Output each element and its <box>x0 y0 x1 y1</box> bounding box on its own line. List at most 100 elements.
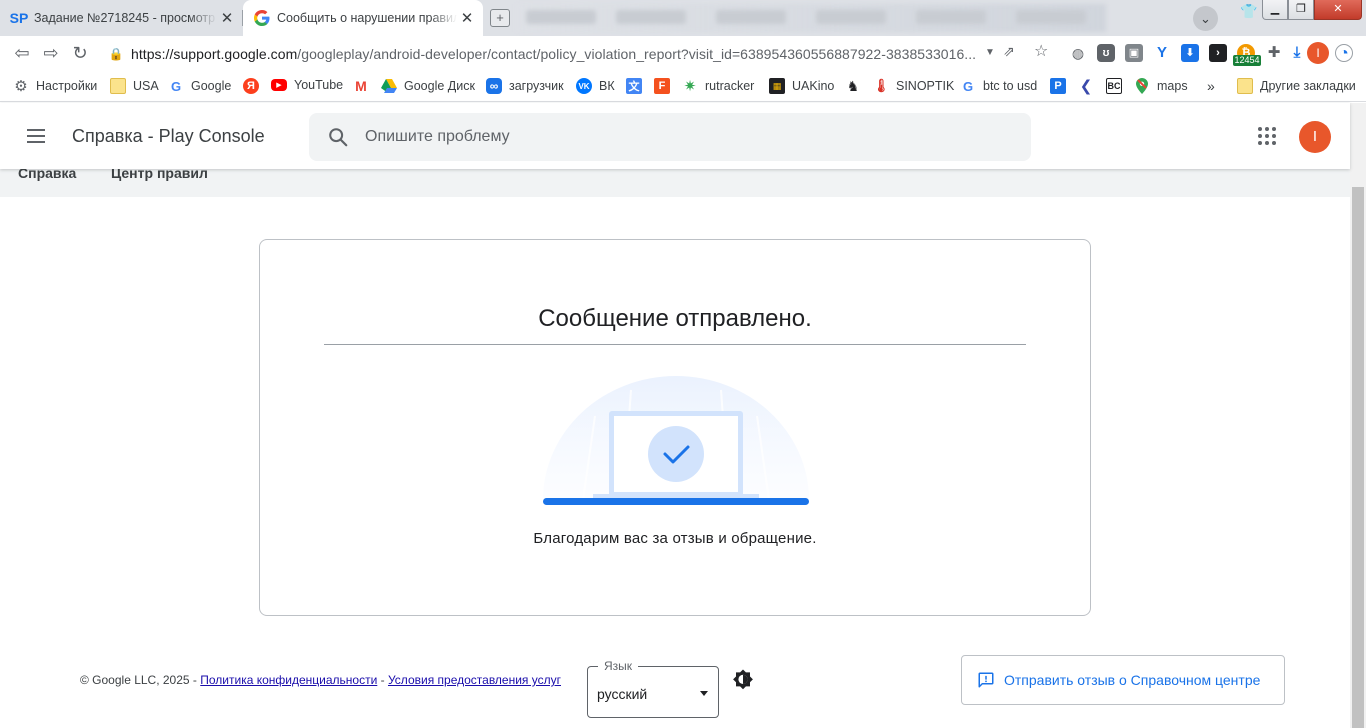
bookmark-bc[interactable]: BC <box>1106 78 1129 94</box>
gear-icon: ⚙ <box>14 78 28 95</box>
bookmark-maps[interactable]: maps <box>1134 78 1188 94</box>
google-apps-icon[interactable] <box>1255 124 1279 148</box>
drive-icon <box>381 78 397 94</box>
confirmation-message: Благодарим вас за отзыв и обращение. <box>533 530 817 547</box>
vpn-icon[interactable]: Y <box>1153 44 1171 62</box>
profile-avatar[interactable]: I <box>1307 42 1329 64</box>
bookmark-yandex[interactable]: Я <box>243 78 266 94</box>
sync-icon[interactable]: ◔ <box>1335 44 1353 62</box>
dropdown-arrow-icon[interactable] <box>700 691 708 696</box>
maps-icon <box>1134 78 1150 94</box>
search-box[interactable] <box>309 113 1031 161</box>
briefcase-icon[interactable]: ▣ <box>1125 44 1143 62</box>
bookmark-btc-to-usd[interactable]: Gbtc to usd <box>960 78 1037 94</box>
forward-arrow-icon[interactable]: ⇨ <box>40 42 62 64</box>
yandex-icon: Я <box>243 78 259 94</box>
language-select[interactable]: Язык русский <box>587 659 719 718</box>
tab-search-chevron-icon[interactable]: ⌄ <box>1193 6 1218 31</box>
bookmark-f[interactable]: F <box>654 78 677 94</box>
youtube-icon: ▶ <box>271 79 287 91</box>
vk-icon: VK <box>576 78 592 94</box>
language-label: Язык <box>598 659 639 673</box>
minimize-icon[interactable]: ▁ <box>1262 0 1288 20</box>
search-input[interactable] <box>365 113 1005 161</box>
bookmark-rutracker[interactable]: ✷ rutracker <box>682 78 755 95</box>
sub-navigation: Справка Центр правил <box>0 165 1350 197</box>
lock-icon[interactable]: 🔒 <box>101 47 131 61</box>
blurred-tabs <box>516 4 1106 32</box>
address-bar[interactable]: 🔒 https://support.google.com/googleplay/… <box>101 39 1159 68</box>
copyright-text: © Google LLC, 2025 - <box>80 673 197 687</box>
tab-strip: SP Задание №2718245 - просмотр за ✕ Сооб… <box>0 0 1366 36</box>
globe-icon[interactable]: ◍ <box>1069 44 1087 62</box>
bookmark-google-drive[interactable]: Google Диск <box>381 78 475 94</box>
more-bookmarks-icon[interactable]: » <box>1207 78 1215 94</box>
scrollbar-thumb[interactable] <box>1352 187 1364 728</box>
share-icon[interactable]: ⇗ <box>1003 43 1015 60</box>
bookmark-other[interactable]: Другие закладки <box>1237 78 1356 94</box>
bookmark-star-icon[interactable]: ☆ <box>1034 41 1048 61</box>
bookmark-vk[interactable]: VK ВК <box>576 78 615 94</box>
confirmation-card: Сообщение отправлено. Благодарим вас за … <box>259 239 1091 616</box>
terms-of-service-link[interactable]: Условия предоставления услуг <box>388 673 561 687</box>
infinity-icon: ∞ <box>486 78 502 94</box>
thermometer-icon: 🌡 <box>872 78 890 93</box>
bookmark-usa[interactable]: USA <box>110 78 159 94</box>
tab-report[interactable]: Сообщить о нарушении правил - ✕ <box>243 0 483 36</box>
close-icon[interactable]: ✕ <box>457 9 477 27</box>
send-feedback-label: Отправить отзыв о Справочном центре <box>1004 672 1261 688</box>
privacy-policy-link[interactable]: Политика конфиденциальности <box>200 673 377 687</box>
window-close-icon[interactable]: ✕ <box>1314 0 1362 20</box>
terminal-icon[interactable]: › <box>1209 44 1227 62</box>
hamburger-menu-icon[interactable] <box>24 124 48 148</box>
bookmark-p[interactable]: P <box>1050 78 1073 94</box>
new-tab-icon[interactable]: + <box>490 9 510 27</box>
shirt-icon[interactable]: 👕 <box>1240 3 1257 20</box>
puzzle-icon[interactable]: ✚ <box>1265 44 1283 62</box>
downloads-icon[interactable]: ⤓ <box>1288 44 1306 62</box>
bookmark-downloader[interactable]: ∞ загрузчик <box>486 78 564 94</box>
extension-badge: 12454 <box>1233 55 1261 66</box>
avatar[interactable]: I <box>1299 121 1331 153</box>
sp-favicon-icon: SP <box>9 10 29 26</box>
laptop-check-illustration <box>543 376 809 505</box>
reload-icon[interactable]: ↻ <box>69 42 91 64</box>
film-icon: ▦ <box>769 78 785 94</box>
back-arrow-icon[interactable]: ⇦ <box>11 42 33 64</box>
url-text[interactable]: https://support.google.com/googleplay/an… <box>131 46 981 62</box>
footer-legal: © Google LLC, 2025 - Политика конфиденци… <box>80 673 561 687</box>
send-feedback-button[interactable]: Отправить отзыв о Справочном центре <box>961 655 1285 705</box>
page-title[interactable]: Справка - Play Console <box>72 126 265 147</box>
theme-toggle-icon[interactable] <box>731 668 755 692</box>
bookmark-uakino[interactable]: ▦ UAKino <box>769 78 834 94</box>
arrow-icon: ❮ <box>1079 78 1093 95</box>
language-value[interactable]: русский <box>597 686 647 702</box>
p-icon: P <box>1050 78 1066 94</box>
bc-icon: BC <box>1106 78 1122 94</box>
bookmark-chess[interactable]: ♞ <box>845 78 868 94</box>
caret-down-icon[interactable]: ▼ <box>985 47 995 58</box>
download-manager-icon[interactable]: ⬇ <box>1181 44 1199 62</box>
bookmark-gmail[interactable]: M <box>353 78 376 94</box>
google-favicon-icon <box>253 9 271 27</box>
google-icon: G <box>962 78 974 94</box>
close-icon[interactable]: ✕ <box>217 9 237 27</box>
app-header: Справка - Play Console I <box>0 103 1350 169</box>
bookmarks-bar: ⚙ Настройки USA G Google Я ▶ YouTube M Goog… <box>0 71 1366 102</box>
bookmark-sinoptik[interactable]: 🌡 SINOPTIK <box>872 78 955 94</box>
maximize-icon[interactable]: ❐ <box>1288 0 1314 20</box>
bookmark-google[interactable]: G Google <box>168 78 231 94</box>
page-scrollbar[interactable] <box>1350 103 1366 728</box>
ublock-icon[interactable]: ʊ <box>1097 44 1115 62</box>
chess-icon: ♞ <box>846 77 860 94</box>
feedback-icon <box>978 672 994 688</box>
bookmark-arrow[interactable]: ❮ <box>1078 78 1101 95</box>
bookmark-translate[interactable]: 文 <box>626 78 649 94</box>
search-icon[interactable] <box>327 126 349 148</box>
tab-task[interactable]: SP Задание №2718245 - просмотр за ✕ <box>0 0 243 36</box>
f-icon: F <box>654 78 670 94</box>
footer-separator: - <box>380 673 385 687</box>
bookmark-youtube[interactable]: ▶ YouTube <box>271 78 343 92</box>
confirmation-title: Сообщение отправлено. <box>538 305 812 332</box>
bookmark-settings[interactable]: ⚙ Настройки <box>13 78 97 95</box>
